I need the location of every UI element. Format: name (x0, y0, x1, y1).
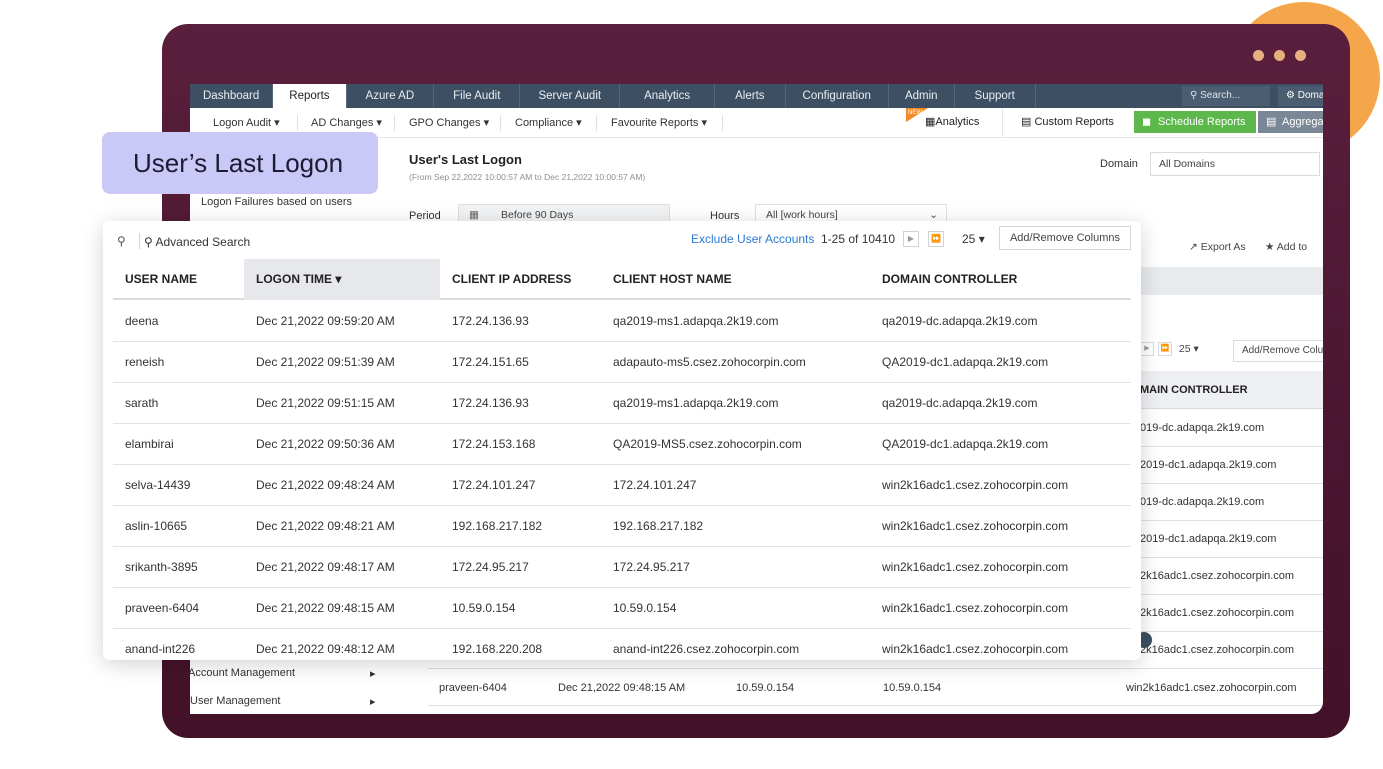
tab-alerts[interactable]: Alerts (715, 84, 786, 108)
table-row[interactable]: elambirai Dec 21,2022 09:50:36 AM 172.24… (113, 424, 1131, 465)
table-row[interactable]: selva-14439 Dec 21,2022 09:48:24 AM 172.… (113, 465, 1131, 506)
tab-configuration[interactable]: Configuration (786, 84, 889, 108)
domain-select[interactable]: All Domains (1150, 152, 1320, 176)
analytics-link[interactable]: ▦Analytics (903, 108, 979, 137)
search-icon: ⚲ (1190, 90, 1198, 101)
next-page-icon[interactable]: ▶ (903, 231, 919, 247)
table-row[interactable]: deena Dec 21,2022 09:59:20 AM 172.24.136… (113, 301, 1131, 342)
tab-file-audit[interactable]: File Audit (434, 84, 521, 108)
search-plus-icon: ⚲ (144, 235, 153, 249)
background-add-remove-columns[interactable]: Add/Remove Colu (1233, 340, 1323, 362)
domain-button[interactable]: ⚙ Doma (1278, 86, 1323, 106)
clear-filter-icon[interactable]: ⚲ (117, 234, 126, 248)
tab-dashboard[interactable]: Dashboard (190, 84, 274, 108)
window-dots (1253, 50, 1306, 61)
aggregate-icon: ▤ (1266, 116, 1277, 128)
top-navigation: Dashboard Reports Azure AD File Audit Se… (190, 84, 1323, 108)
menu-ad-changes[interactable]: AD Changes ▾ (311, 116, 382, 129)
column-client-ip[interactable]: CLIENT IP ADDRESS (452, 259, 571, 300)
tab-support[interactable]: Support (955, 84, 1036, 108)
menu-compliance[interactable]: Compliance ▾ (515, 116, 582, 129)
background-dc-cell: 019-dc.adapqa.2k19.com (1140, 422, 1265, 434)
star-icon: ★ (1265, 241, 1275, 253)
menu-gpo-changes[interactable]: GPO Changes ▾ (409, 116, 489, 129)
background-dc-cell: 019-dc.adapqa.2k19.com (1140, 496, 1265, 508)
marketing-stage: Dashboard Reports Azure AD File Audit Se… (0, 0, 1383, 769)
exclude-user-accounts-link[interactable]: Exclude User Accounts (691, 232, 814, 246)
menu-user-management[interactable]: User Management ▸ (190, 695, 376, 708)
advanced-search-button[interactable]: ⚲ Advanced Search (144, 235, 250, 249)
document-icon: ▤ (1021, 116, 1035, 128)
background-pager[interactable]: ▶ ⏩ 25 ▾ (1140, 342, 1199, 356)
table-row[interactable]: reneish Dec 21,2022 09:51:39 AM 172.24.1… (113, 342, 1131, 383)
analytics-icon: ▦ (925, 116, 936, 128)
menu-favourite-reports[interactable]: Favourite Reports ▾ (611, 116, 707, 129)
search-input[interactable]: ⚲ Search... (1182, 86, 1270, 106)
column-logon-time[interactable]: LOGON TIME ▾ (244, 259, 440, 300)
table-row[interactable]: srikanth-3895 Dec 21,2022 09:48:17 AM 17… (113, 547, 1131, 588)
domain-label: Domain (1100, 158, 1138, 170)
schedule-reports-button[interactable]: ◼ Schedule Reports (1134, 111, 1256, 133)
menu-logon-failures[interactable]: Logon Failures based on users (201, 196, 352, 208)
table-row[interactable]: praveen-6404 Dec 21,2022 09:48:15 AM 10.… (428, 668, 1323, 706)
tab-server-audit[interactable]: Server Audit (520, 84, 621, 108)
tab-admin[interactable]: Admin (889, 84, 955, 108)
table-row[interactable]: aslin-10665 Dec 21,2022 09:48:21 AM 192.… (113, 506, 1131, 547)
record-count: 1-25 of 10410 (821, 232, 896, 246)
last-page-icon[interactable]: ⏩ (928, 231, 944, 247)
export-icon: ↗ (1189, 241, 1198, 253)
search-placeholder: Search... (1200, 90, 1241, 101)
tab-reports[interactable]: Reports (273, 84, 347, 108)
report-date-range: (From Sep 22,2022 10:00:57 AM to Dec 21,… (409, 172, 646, 182)
report-panel: ⚲ ⚲ Advanced Search Exclude User Account… (103, 221, 1141, 660)
menu-logon-audit[interactable]: Logon Audit ▾ (213, 116, 280, 129)
background-dc-cell: 2019-dc1.adapqa.2k19.com (1140, 459, 1277, 471)
background-dc-cell: 2k16adc1.csez.zohocorpin.com (1140, 607, 1295, 619)
background-dc-cell: 2k16adc1.csez.zohocorpin.com (1140, 570, 1295, 582)
column-user-name[interactable]: USER NAME (125, 259, 197, 300)
domain-button-label: Doma (1297, 90, 1323, 101)
tab-azure-ad[interactable]: Azure AD (347, 84, 435, 108)
column-client-host[interactable]: CLIENT HOST NAME (613, 259, 732, 300)
table-row[interactable]: praveen-6404 Dec 21,2022 09:48:15 AM 10.… (113, 588, 1131, 629)
gear-icon: ⚙ (1286, 90, 1295, 101)
menu-account-management[interactable]: Account Management ▸ (190, 667, 376, 680)
background-dc-cell: 2k16adc1.csez.zohocorpin.com (1140, 644, 1295, 656)
feature-callout: User’s Last Logon (102, 132, 378, 194)
background-dc-header: MAIN CONTROLLER (1140, 384, 1248, 396)
add-remove-columns-button[interactable]: Add/Remove Columns (999, 226, 1131, 250)
background-dc-cell: 2019-dc1.adapqa.2k19.com (1140, 533, 1277, 545)
sort-desc-icon: ▾ (335, 272, 342, 286)
schedule-icon: ◼ (1142, 116, 1152, 128)
page-size-select[interactable]: 25 ▾ (962, 232, 985, 246)
table-row[interactable]: sarath Dec 21,2022 09:51:15 AM 172.24.13… (113, 383, 1131, 424)
table-row[interactable]: anand-int226 Dec 21,2022 09:48:12 AM 192… (113, 629, 1131, 660)
report-title: User's Last Logon (409, 152, 522, 167)
custom-reports-link[interactable]: ▤ Custom Reports (1002, 108, 1122, 137)
column-domain-controller[interactable]: DOMAIN CONTROLLER (882, 259, 1017, 300)
export-as-button[interactable]: ↗ Export As (1189, 241, 1246, 253)
tab-analytics[interactable]: Analytics (620, 84, 716, 108)
aggregate-button[interactable]: ▤ Aggrega (1258, 111, 1323, 133)
add-to-button[interactable]: ★ Add to (1265, 241, 1307, 253)
table-header: USER NAME LOGON TIME ▾ CLIENT IP ADDRESS… (113, 259, 1131, 300)
